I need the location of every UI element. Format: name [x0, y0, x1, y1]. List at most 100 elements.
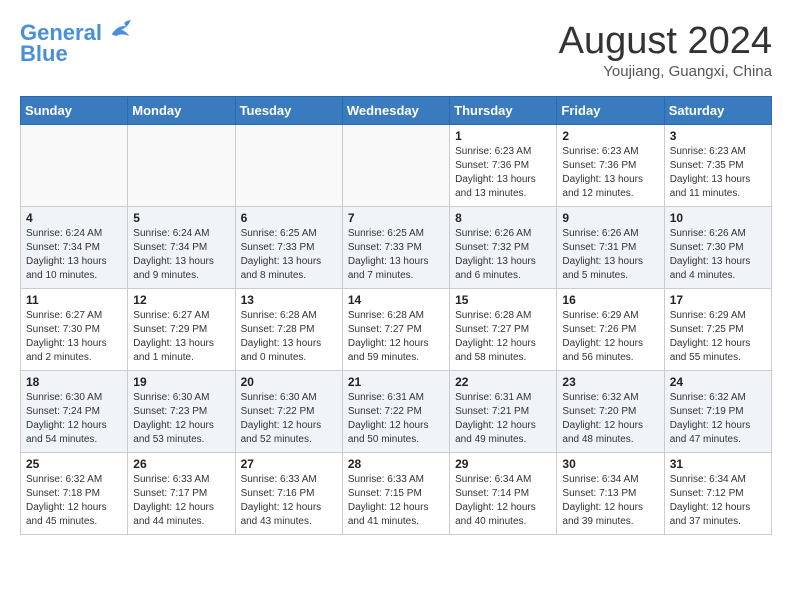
- calendar-day: 16 Sunrise: 6:29 AM Sunset: 7:26 PM Dayli…: [557, 289, 664, 371]
- day-number: 6: [241, 211, 337, 225]
- day-number: 2: [562, 129, 658, 143]
- weekday-header: Monday: [128, 97, 235, 125]
- calendar-day: 10 Sunrise: 6:26 AM Sunset: 7:30 PM Dayli…: [664, 207, 771, 289]
- calendar-day: 4 Sunrise: 6:24 AM Sunset: 7:34 PM Daylig…: [21, 207, 128, 289]
- day-number: 13: [241, 293, 337, 307]
- day-number: 11: [26, 293, 122, 307]
- weekday-header: Saturday: [664, 97, 771, 125]
- day-number: 31: [670, 457, 766, 471]
- calendar-day: 9Sunrise: 6:26 AM Sunset: 7:31 PM Daylig…: [557, 207, 664, 289]
- calendar-day: [128, 125, 235, 207]
- day-number: 25: [26, 457, 122, 471]
- location: Youjiang, Guangxi, China: [559, 63, 772, 80]
- logo-bird-icon: [110, 16, 134, 40]
- day-info: Sunrise: 6:23 AM Sunset: 7:36 PM Dayligh…: [455, 145, 551, 201]
- day-number: 23: [562, 375, 658, 389]
- day-info: Sunrise: 6:34 AM Sunset: 7:13 PM Dayligh…: [562, 473, 658, 529]
- calendar-day: 13Sunrise: 6:28 AM Sunset: 7:28 PM Dayli…: [235, 289, 342, 371]
- day-number: 3: [670, 129, 766, 143]
- calendar-day: 24Sunrise: 6:32 AM Sunset: 7:19 PM Dayli…: [664, 371, 771, 453]
- day-number: 8: [455, 211, 551, 225]
- day-info: Sunrise: 6:30 AM Sunset: 7:23 PM Dayligh…: [133, 391, 229, 447]
- month-title: August 2024: [559, 20, 772, 63]
- day-number: 20: [241, 375, 337, 389]
- calendar-day: 18Sunrise: 6:30 AM Sunset: 7:24 PM Dayli…: [21, 371, 128, 453]
- weekday-header-row: SundayMondayTuesdayWednesdayThursdayFrid…: [21, 97, 772, 125]
- day-number: 1: [455, 129, 551, 143]
- day-number: 16: [562, 293, 658, 307]
- day-info: Sunrise: 6:32 AM Sunset: 7:18 PM Dayligh…: [26, 473, 122, 529]
- weekday-header: Sunday: [21, 97, 128, 125]
- day-info: Sunrise: 6:33 AM Sunset: 7:16 PM Dayligh…: [241, 473, 337, 529]
- day-info: Sunrise: 6:29 AM Sunset: 7:25 PM Dayligh…: [670, 309, 766, 365]
- calendar-day: 21 Sunrise: 6:31 AM Sunset: 7:22 PM Dayli…: [342, 371, 449, 453]
- day-info: Sunrise: 6:31 AM Sunset: 7:21 PM Dayligh…: [455, 391, 551, 447]
- calendar-day: [342, 125, 449, 207]
- calendar-week-row: 4 Sunrise: 6:24 AM Sunset: 7:34 PM Daylig…: [21, 207, 772, 289]
- day-number: 7: [348, 211, 444, 225]
- calendar-day: 14 Sunrise: 6:28 AM Sunset: 7:27 PM Dayli…: [342, 289, 449, 371]
- day-info: Sunrise: 6:31 AM Sunset: 7:22 PM Dayligh…: [348, 391, 444, 447]
- day-info: Sunrise: 6:28 AM Sunset: 7:27 PM Dayligh…: [455, 309, 551, 365]
- day-number: 26: [133, 457, 229, 471]
- day-number: 30: [562, 457, 658, 471]
- calendar-week-row: 11 Sunrise: 6:27 AM Sunset: 7:30 PM Dayli…: [21, 289, 772, 371]
- day-info: Sunrise: 6:29 AM Sunset: 7:26 PM Dayligh…: [562, 309, 658, 365]
- day-info: Sunrise: 6:23 AM Sunset: 7:35 PM Dayligh…: [670, 145, 766, 201]
- day-info: Sunrise: 6:33 AM Sunset: 7:17 PM Dayligh…: [133, 473, 229, 529]
- weekday-header: Tuesday: [235, 97, 342, 125]
- day-number: 19: [133, 375, 229, 389]
- calendar-day: 28 Sunrise: 6:33 AM Sunset: 7:15 PM Dayli…: [342, 453, 449, 535]
- day-info: Sunrise: 6:23 AM Sunset: 7:36 PM Dayligh…: [562, 145, 658, 201]
- calendar-day: 22 Sunrise: 6:31 AM Sunset: 7:21 PM Dayli…: [450, 371, 557, 453]
- calendar-day: 6Sunrise: 6:25 AM Sunset: 7:33 PM Daylig…: [235, 207, 342, 289]
- calendar-week-row: 1 Sunrise: 6:23 AM Sunset: 7:36 PM Daylig…: [21, 125, 772, 207]
- calendar-day: 17Sunrise: 6:29 AM Sunset: 7:25 PM Dayli…: [664, 289, 771, 371]
- day-info: Sunrise: 6:26 AM Sunset: 7:30 PM Dayligh…: [670, 227, 766, 283]
- weekday-header: Wednesday: [342, 97, 449, 125]
- day-number: 5: [133, 211, 229, 225]
- day-info: Sunrise: 6:34 AM Sunset: 7:12 PM Dayligh…: [670, 473, 766, 529]
- calendar-day: 15 Sunrise: 6:28 AM Sunset: 7:27 PM Dayli…: [450, 289, 557, 371]
- day-info: Sunrise: 6:24 AM Sunset: 7:34 PM Dayligh…: [26, 227, 122, 283]
- day-info: Sunrise: 6:24 AM Sunset: 7:34 PM Dayligh…: [133, 227, 229, 283]
- calendar-day: 25 Sunrise: 6:32 AM Sunset: 7:18 PM Dayli…: [21, 453, 128, 535]
- calendar-day: 20 Sunrise: 6:30 AM Sunset: 7:22 PM Dayli…: [235, 371, 342, 453]
- day-info: Sunrise: 6:32 AM Sunset: 7:20 PM Dayligh…: [562, 391, 658, 447]
- calendar-day: 26 Sunrise: 6:33 AM Sunset: 7:17 PM Dayli…: [128, 453, 235, 535]
- calendar-day: 23 Sunrise: 6:32 AM Sunset: 7:20 PM Dayli…: [557, 371, 664, 453]
- calendar-day: 12Sunrise: 6:27 AM Sunset: 7:29 PM Dayli…: [128, 289, 235, 371]
- day-info: Sunrise: 6:33 AM Sunset: 7:15 PM Dayligh…: [348, 473, 444, 529]
- logo: General Blue: [20, 20, 134, 67]
- day-info: Sunrise: 6:27 AM Sunset: 7:30 PM Dayligh…: [26, 309, 122, 365]
- day-number: 29: [455, 457, 551, 471]
- weekday-header: Thursday: [450, 97, 557, 125]
- calendar-week-row: 25 Sunrise: 6:32 AM Sunset: 7:18 PM Dayli…: [21, 453, 772, 535]
- day-number: 15: [455, 293, 551, 307]
- day-info: Sunrise: 6:26 AM Sunset: 7:32 PM Dayligh…: [455, 227, 551, 283]
- day-number: 4: [26, 211, 122, 225]
- weekday-header: Friday: [557, 97, 664, 125]
- day-info: Sunrise: 6:25 AM Sunset: 7:33 PM Dayligh…: [348, 227, 444, 283]
- day-number: 18: [26, 375, 122, 389]
- calendar-day: 27 Sunrise: 6:33 AM Sunset: 7:16 PM Dayli…: [235, 453, 342, 535]
- calendar-day: [21, 125, 128, 207]
- day-number: 27: [241, 457, 337, 471]
- day-number: 28: [348, 457, 444, 471]
- calendar-day: 31 Sunrise: 6:34 AM Sunset: 7:12 PM Dayli…: [664, 453, 771, 535]
- day-info: Sunrise: 6:27 AM Sunset: 7:29 PM Dayligh…: [133, 309, 229, 365]
- day-info: Sunrise: 6:26 AM Sunset: 7:31 PM Dayligh…: [562, 227, 658, 283]
- calendar-day: 5 Sunrise: 6:24 AM Sunset: 7:34 PM Daylig…: [128, 207, 235, 289]
- day-number: 21: [348, 375, 444, 389]
- calendar-day: 11 Sunrise: 6:27 AM Sunset: 7:30 PM Dayli…: [21, 289, 128, 371]
- calendar-day: 19 Sunrise: 6:30 AM Sunset: 7:23 PM Dayli…: [128, 371, 235, 453]
- day-info: Sunrise: 6:30 AM Sunset: 7:22 PM Dayligh…: [241, 391, 337, 447]
- title-block: August 2024 Youjiang, Guangxi, China: [559, 20, 772, 80]
- calendar-day: [235, 125, 342, 207]
- day-number: 10: [670, 211, 766, 225]
- day-info: Sunrise: 6:28 AM Sunset: 7:27 PM Dayligh…: [348, 309, 444, 365]
- calendar-day: 8 Sunrise: 6:26 AM Sunset: 7:32 PM Daylig…: [450, 207, 557, 289]
- day-number: 14: [348, 293, 444, 307]
- day-info: Sunrise: 6:32 AM Sunset: 7:19 PM Dayligh…: [670, 391, 766, 447]
- day-number: 22: [455, 375, 551, 389]
